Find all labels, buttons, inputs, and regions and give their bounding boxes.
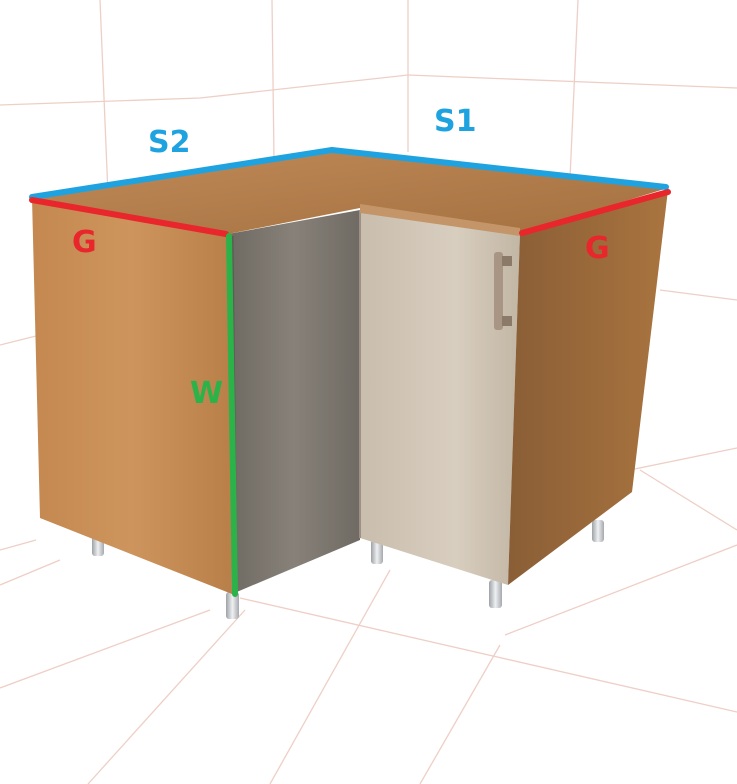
label-g-right: G [585,231,610,266]
leg [489,580,502,608]
inner-back-panel [228,210,360,594]
label-s1: S1 [434,104,476,139]
label-s2: S2 [148,125,190,160]
label-w: W [190,376,223,411]
label-g-left: G [72,225,97,260]
leg [592,520,604,542]
corner-cabinet-diagram: S2 S1 G G W [0,0,737,784]
